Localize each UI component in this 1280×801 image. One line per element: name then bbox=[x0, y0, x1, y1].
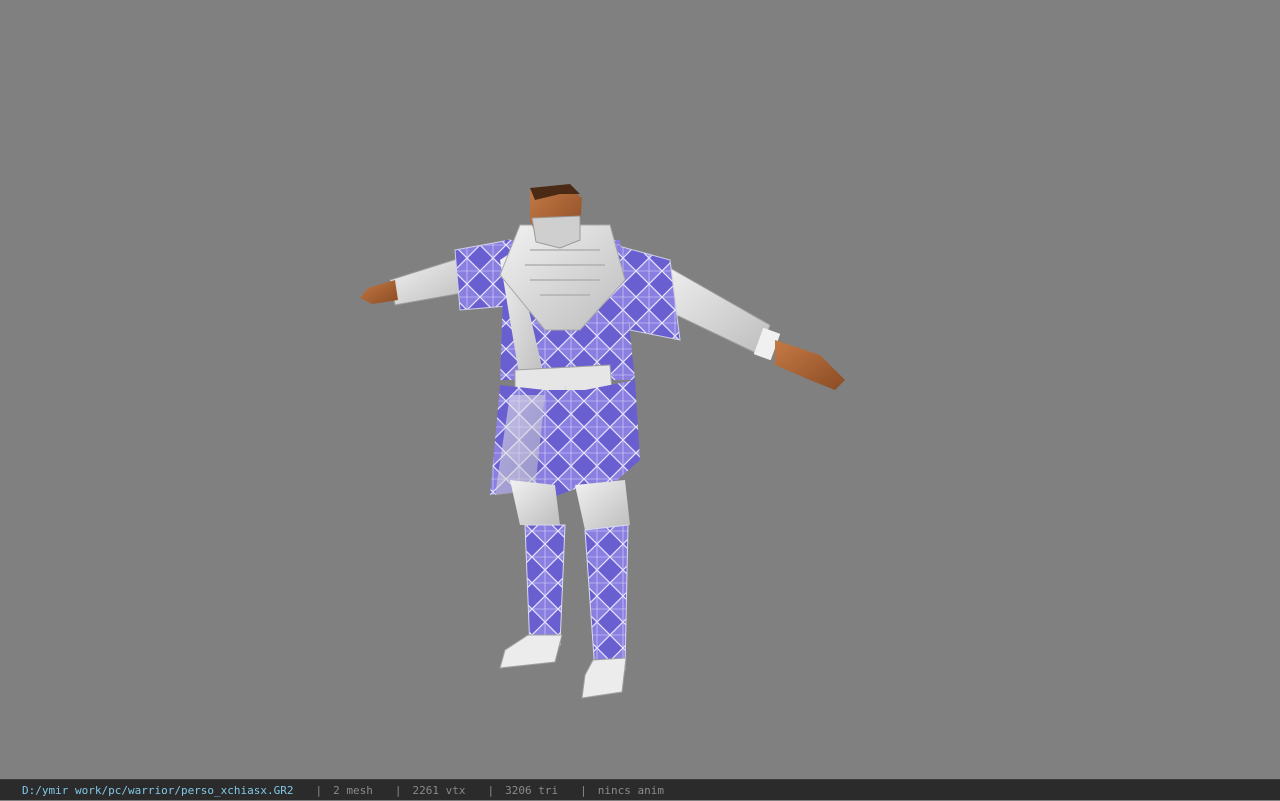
status-separator: | bbox=[487, 783, 495, 797]
status-bar: D:/ymir work/pc/warrior/perso_xchiasx.GR… bbox=[0, 779, 1280, 800]
warrior-character-model bbox=[360, 184, 845, 699]
vertex-count-label: 2261 vtx bbox=[412, 783, 466, 797]
3d-viewport[interactable] bbox=[0, 0, 1280, 779]
status-separator: | bbox=[394, 783, 402, 797]
status-separator: | bbox=[580, 783, 587, 797]
mesh-count-label: 2 mesh bbox=[333, 783, 373, 797]
status-separator: | bbox=[315, 783, 323, 797]
animation-status-label: nincs anim bbox=[597, 783, 664, 797]
file-path-label: D:/ymir work/pc/warrior/perso_xchiasx.GR… bbox=[22, 783, 294, 797]
triangle-count-label: 3206 tri bbox=[505, 783, 559, 797]
